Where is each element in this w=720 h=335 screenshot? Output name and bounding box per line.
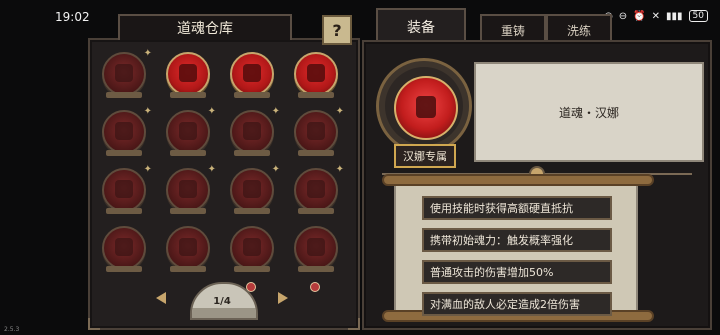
soul-pedestal	[234, 92, 270, 98]
equip-panel: 汉娜专属 道魂・汉娜 使用技能时获得高额硬直抵抗 携带初始魂力：触发概率强化 普…	[362, 40, 712, 330]
soul-slot[interactable]: ✦	[294, 106, 344, 156]
soul-face-icon	[307, 238, 325, 256]
star-icon: ✦	[271, 106, 280, 117]
effect-line: 普通攻击的伤害增加50%	[422, 260, 612, 284]
soul-face-icon	[243, 238, 261, 256]
effects-scroll: 使用技能时获得高额硬直抵抗 携带初始魂力：触发概率强化 普通攻击的伤害增加50%…	[382, 174, 654, 322]
soul-face-icon	[115, 238, 133, 256]
equipped-soul-slot[interactable]	[376, 58, 472, 154]
star-icon: ✦	[143, 164, 152, 175]
soul-face-icon	[115, 64, 133, 82]
soul-face-icon	[179, 238, 197, 256]
notification-dot	[310, 282, 320, 292]
soul-face-icon	[115, 180, 133, 198]
equipped-soul-icon	[394, 76, 458, 140]
soul-face-icon	[243, 180, 261, 198]
soul-pedestal	[234, 266, 270, 272]
star-icon: ✦	[271, 164, 280, 175]
soul-pedestal	[170, 208, 206, 214]
soul-pedestal	[170, 92, 206, 98]
soul-name: 道魂・汉娜	[558, 105, 619, 120]
help-button[interactable]: ?	[322, 15, 352, 45]
star-icon: ✦	[335, 164, 344, 175]
soul-slot[interactable]: ✦	[166, 164, 216, 214]
panel-corner	[88, 318, 100, 330]
star-icon: ✦	[207, 106, 216, 117]
soul-face-icon	[307, 122, 325, 140]
soul-slot[interactable]: ✦	[166, 106, 216, 156]
effects-list: 使用技能时获得高额硬直抵抗 携带初始魂力：触发概率强化 普通攻击的伤害增加50%…	[422, 196, 612, 324]
soul-slot[interactable]	[294, 52, 338, 98]
soul-face-icon	[179, 122, 197, 140]
soul-face-icon	[179, 64, 197, 82]
build-version: 2.5.3	[4, 326, 20, 333]
soul-pedestal	[298, 266, 334, 272]
soul-face-icon	[243, 122, 261, 140]
soul-name-box: 道魂・汉娜	[474, 62, 704, 162]
effect-line: 使用技能时获得高额硬直抵抗	[422, 196, 612, 220]
soul-face-icon	[179, 180, 197, 198]
soul-pedestal	[170, 266, 206, 272]
soul-storage-panel: 道魂仓库 ? ✦ ✦ ✦ ✦ ✦ ✦ ✦ ✦ ✦ 1/4	[88, 14, 360, 330]
soul-slot[interactable]	[230, 226, 274, 272]
page-selector[interactable]: 1/4	[156, 282, 288, 322]
effect-line: 携带初始魂力：触发概率强化	[422, 228, 612, 252]
star-icon: ✦	[143, 48, 152, 59]
effect-line: 对满血的敌人必定造成2倍伤害	[422, 292, 612, 316]
status-time: 19:02	[55, 10, 90, 24]
soul-slot[interactable]: ✦	[102, 48, 152, 98]
soul-pedestal	[106, 266, 142, 272]
panel-corner	[348, 318, 360, 330]
soul-slot[interactable]	[102, 226, 146, 272]
soul-face-icon	[307, 180, 325, 198]
star-icon: ✦	[143, 106, 152, 117]
tab-bar: 装备 重铸 洗练	[370, 8, 700, 46]
panel-title: 道魂仓库	[118, 14, 292, 40]
soul-face-icon	[243, 64, 261, 82]
soul-pedestal	[106, 150, 142, 156]
star-icon: ✦	[207, 164, 216, 175]
soul-slot[interactable]: ✦	[102, 106, 152, 156]
soul-slot[interactable]	[166, 226, 210, 272]
soul-slot[interactable]	[166, 52, 210, 98]
soul-face-icon	[115, 122, 133, 140]
soul-pedestal	[298, 150, 334, 156]
soul-pedestal	[170, 150, 206, 156]
scroll-rod-top	[382, 174, 654, 186]
soul-pedestal	[106, 92, 142, 98]
soul-pedestal	[234, 150, 270, 156]
soul-slot[interactable]: ✦	[230, 106, 280, 156]
soul-slot[interactable]: ✦	[294, 164, 344, 214]
star-icon: ✦	[335, 106, 344, 117]
soul-slot[interactable]	[294, 226, 338, 272]
prev-page-arrow[interactable]	[156, 292, 166, 304]
soul-face-icon	[416, 96, 436, 118]
soul-slot[interactable]: ✦	[102, 164, 152, 214]
page-indicator: 1/4	[213, 296, 231, 307]
soul-face-icon	[307, 64, 325, 82]
soul-pedestal	[234, 208, 270, 214]
next-page-arrow[interactable]	[278, 292, 288, 304]
soul-slot[interactable]: ✦	[230, 164, 280, 214]
soul-pedestal	[106, 208, 142, 214]
soul-slot[interactable]	[230, 52, 274, 98]
soul-pedestal	[298, 92, 334, 98]
soul-grid: ✦ ✦ ✦ ✦ ✦ ✦ ✦ ✦ ✦	[98, 48, 350, 292]
soul-pedestal	[298, 208, 334, 214]
